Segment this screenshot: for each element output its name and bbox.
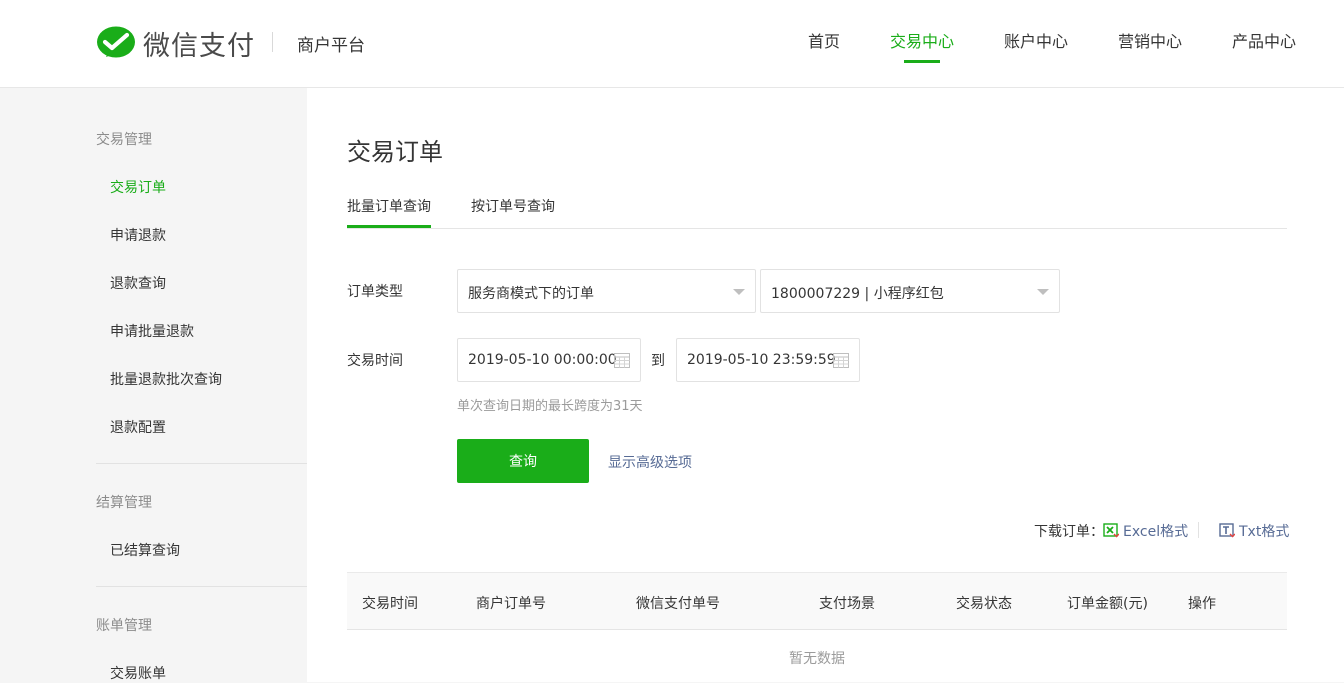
nav-item-marketing-center[interactable]: 营销中心 (1118, 28, 1182, 52)
logo-text: 微信支付 (143, 31, 255, 62)
column-header: 微信支付单号 (636, 596, 720, 612)
query-tabs: 批量订单查询 按订单号查询 (347, 196, 1287, 229)
column-header: 订单金额(元) (1067, 596, 1148, 612)
nav-item-account-center[interactable]: 账户中心 (1004, 28, 1068, 52)
nav-item-trade-center[interactable]: 交易中心 (890, 28, 955, 63)
sidebar-item-refund-config[interactable]: 退款配置 (110, 417, 166, 437)
tab-batch-query[interactable]: 批量订单查询 (347, 196, 431, 228)
download-label: 下载订单： (1034, 524, 1104, 540)
txt-file-icon[interactable] (1219, 522, 1235, 538)
column-header: 支付场景 (819, 596, 875, 612)
calendar-icon[interactable] (614, 352, 630, 368)
download-divider (1198, 522, 1199, 538)
sidebar-divider (96, 586, 307, 587)
merchant-value: 1800007229 | 小程序红包 (771, 286, 944, 302)
nav-active-indicator (904, 60, 940, 63)
column-header: 操作 (1188, 596, 1216, 612)
date-range-hint: 单次查询日期的最长跨度为31天 (457, 399, 643, 414)
sidebar-item-refund-query[interactable]: 退款查询 (110, 273, 166, 293)
chevron-down-icon (733, 289, 745, 295)
nav-item-label: 交易中心 (890, 32, 955, 51)
download-excel-link[interactable]: Excel格式 (1123, 521, 1188, 541)
column-header: 交易状态 (956, 596, 1012, 612)
excel-icon[interactable] (1103, 522, 1119, 538)
end-time-value: 2019-05-10 23:59:59 (687, 352, 836, 368)
platform-name: 商户平台 (297, 36, 365, 56)
order-type-select[interactable]: 服务商模式下的订单 (457, 269, 756, 313)
sidebar-item-trade-bill[interactable]: 交易账单 (110, 663, 166, 683)
nav-item-product-center[interactable]: 产品中心 (1232, 28, 1296, 52)
nav-item-home[interactable]: 首页 (808, 28, 840, 52)
table-empty-state: 暂无数据 (789, 651, 845, 667)
tab-active-indicator (347, 225, 431, 228)
tab-label: 批量订单查询 (347, 199, 431, 215)
logo-divider (272, 32, 273, 52)
sidebar: 交易管理 交易订单 申请退款 退款查询 申请批量退款 批量退款批次查询 退款配置… (0, 88, 307, 682)
date-range-separator: 到 (651, 353, 665, 369)
start-time-input[interactable]: 2019-05-10 00:00:00 (457, 338, 641, 382)
column-header: 交易时间 (362, 596, 418, 612)
sidebar-item-apply-refund[interactable]: 申请退款 (110, 225, 166, 245)
page-title: 交易订单 (347, 138, 443, 166)
order-type-label: 订单类型 (347, 284, 403, 300)
start-time-value: 2019-05-10 00:00:00 (468, 352, 617, 368)
sidebar-item-trade-orders[interactable]: 交易订单 (110, 177, 166, 197)
download-txt-link[interactable]: Txt格式 (1239, 521, 1289, 541)
column-header: 商户订单号 (476, 596, 546, 612)
top-header: 微信支付 商户平台 首页 交易中心 账户中心 营销中心 产品中心 (0, 0, 1344, 88)
end-time-input[interactable]: 2019-05-10 23:59:59 (676, 338, 860, 382)
main-content: 交易订单 批量订单查询 按订单号查询 订单类型 服务商模式下的订单 180000… (307, 88, 1344, 682)
sidebar-group-title: 结算管理 (96, 495, 152, 511)
trade-time-label: 交易时间 (347, 353, 403, 369)
sidebar-item-settled-query[interactable]: 已结算查询 (110, 540, 180, 560)
sidebar-divider (96, 463, 307, 464)
wechat-pay-logo[interactable]: 微信支付 (96, 24, 255, 63)
orders-table-header: 交易时间 商户订单号 微信支付单号 支付场景 交易状态 订单金额(元) 操作 (347, 572, 1287, 630)
sidebar-item-batch-refund[interactable]: 申请批量退款 (110, 321, 194, 341)
wechat-pay-logo-icon (97, 26, 135, 57)
merchant-select[interactable]: 1800007229 | 小程序红包 (760, 269, 1060, 313)
advanced-options-link[interactable]: 显示高级选项 (608, 452, 692, 472)
sidebar-group-title: 交易管理 (96, 132, 152, 148)
sidebar-group-title: 账单管理 (96, 618, 152, 634)
order-type-value: 服务商模式下的订单 (468, 286, 594, 302)
chevron-down-icon (1037, 289, 1049, 295)
sidebar-item-batch-refund-query[interactable]: 批量退款批次查询 (110, 369, 222, 389)
calendar-icon[interactable] (833, 352, 849, 368)
query-button[interactable]: 查询 (457, 439, 589, 483)
tab-order-number-query[interactable]: 按订单号查询 (471, 196, 555, 216)
